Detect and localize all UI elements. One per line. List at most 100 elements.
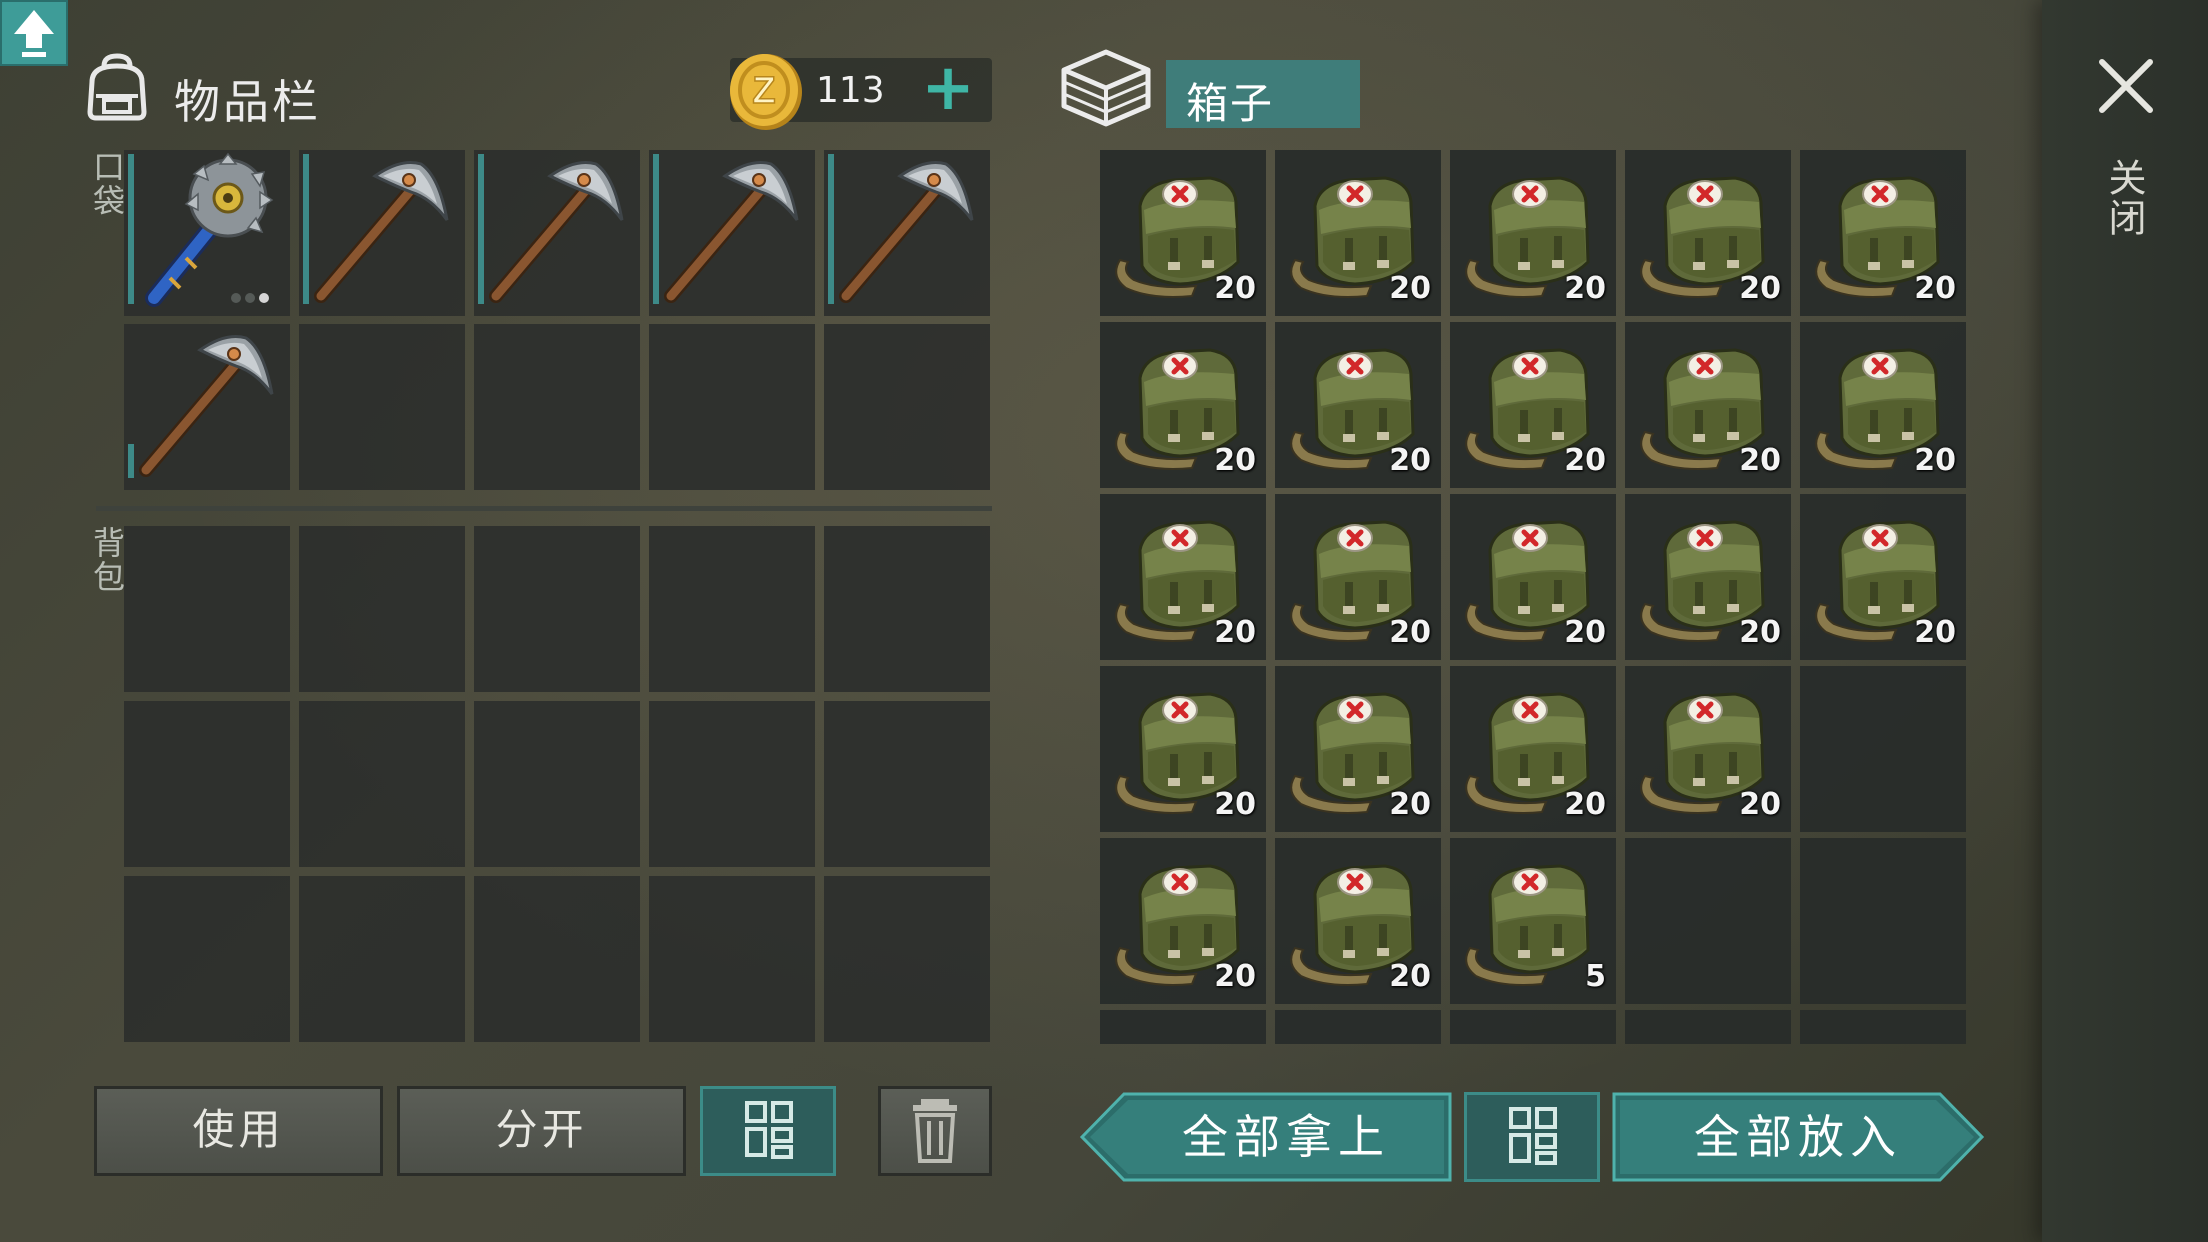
chest-slot[interactable]: 20	[1275, 494, 1441, 660]
put-all-button[interactable]: 全部放入	[1612, 1090, 1984, 1184]
coin-count: 113	[816, 70, 885, 111]
chest-slot[interactable]: 20	[1800, 322, 1966, 488]
close-button[interactable]	[2090, 50, 2162, 122]
item-quantity: 20	[1739, 615, 1781, 650]
take-all-button[interactable]: 全部拿上	[1080, 1090, 1452, 1184]
backpack-slot[interactable]	[124, 876, 290, 1042]
pocket-slot[interactable]	[649, 150, 815, 316]
pickaxe-icon	[299, 150, 465, 316]
use-button[interactable]: 使用	[94, 1086, 383, 1176]
chest-slot[interactable]	[1100, 1010, 1266, 1044]
backpack-slot[interactable]	[124, 526, 290, 692]
pocket-slot[interactable]	[474, 150, 640, 316]
item-quantity: 20	[1389, 959, 1431, 994]
item-quantity: 20	[1214, 271, 1256, 306]
chest-slot[interactable]: 20	[1800, 150, 1966, 316]
durability-bar	[478, 154, 484, 304]
chest-slot[interactable]: 20	[1100, 322, 1266, 488]
backpack-slot[interactable]	[824, 876, 990, 1042]
item-quantity: 20	[1914, 443, 1956, 478]
pocket-slot[interactable]	[824, 324, 990, 490]
chest-slot[interactable]	[1450, 1010, 1616, 1044]
item-quantity: 20	[1214, 787, 1256, 822]
trash-button[interactable]	[878, 1086, 992, 1176]
close-label: 关闭	[2102, 158, 2146, 238]
chest-slot[interactable]: 20	[1625, 150, 1791, 316]
close-icon	[2099, 59, 2153, 113]
pickaxe-icon	[474, 150, 640, 316]
chest-slot[interactable]: 20	[1450, 322, 1616, 488]
chest-slot[interactable]: 20	[1275, 666, 1441, 832]
pocket-slot[interactable]	[124, 324, 290, 490]
backpack-icon	[82, 52, 152, 122]
durability-bar	[828, 154, 834, 304]
item-quantity: 20	[1564, 615, 1606, 650]
chest-slot[interactable]: 20	[1800, 494, 1966, 660]
chest-slot[interactable]	[1800, 666, 1966, 832]
chest-slot[interactable]: 20	[1275, 150, 1441, 316]
chest-slot[interactable]: 20	[1450, 666, 1616, 832]
pocket-slot[interactable]	[824, 150, 990, 316]
chest-slot[interactable]: 20	[1625, 666, 1791, 832]
arrow-up-button[interactable]	[0, 0, 68, 66]
chest-box-icon	[1058, 46, 1152, 130]
backpack-slot[interactable]	[474, 701, 640, 867]
grid-sort-icon	[1509, 1107, 1557, 1165]
item-quantity: 20	[1389, 615, 1431, 650]
chest-slot[interactable]: 20	[1275, 838, 1441, 1004]
chest-slot[interactable]: 20	[1450, 150, 1616, 316]
backpack-slot[interactable]	[474, 526, 640, 692]
chest-slot[interactable]: 20	[1625, 322, 1791, 488]
durability-bar	[653, 154, 659, 304]
pocket-slot[interactable]	[474, 324, 640, 490]
chest-slot[interactable]: 20	[1100, 150, 1266, 316]
chest-slot[interactable]: 20	[1100, 494, 1266, 660]
split-button[interactable]: 分开	[397, 1086, 686, 1176]
backpack-slot[interactable]	[299, 701, 465, 867]
durability-bar	[128, 154, 134, 304]
pocket-slot[interactable]	[124, 150, 290, 316]
backpack-slot[interactable]	[299, 526, 465, 692]
item-quantity: 20	[1564, 787, 1606, 822]
svg-text:Z: Z	[752, 70, 775, 112]
add-coins-button[interactable]: +	[920, 56, 976, 120]
chest-slot[interactable]	[1800, 1010, 1966, 1044]
chest-grid: 20 20 20 20 20 20 20 20 20 20 20 20 20 20 20 20 20 20 20 20…	[1098, 148, 1968, 1044]
backpack-slot[interactable]	[474, 876, 640, 1042]
item-quantity: 20	[1389, 787, 1431, 822]
inventory-title: 物品栏	[174, 75, 321, 129]
chest-slot[interactable]	[1800, 838, 1966, 1004]
trash-icon	[913, 1099, 957, 1163]
backpack-slot[interactable]	[824, 701, 990, 867]
item-quantity: 5	[1585, 959, 1606, 994]
backpack-slot[interactable]	[124, 701, 290, 867]
chest-slot[interactable]	[1625, 1010, 1791, 1044]
chest-slot[interactable]	[1625, 838, 1791, 1004]
item-quantity: 20	[1214, 959, 1256, 994]
chest-slot[interactable]: 20	[1275, 322, 1441, 488]
coin-icon: Z	[724, 48, 808, 132]
chest-slot[interactable]: 20	[1450, 494, 1616, 660]
sort-inventory-button[interactable]	[700, 1086, 836, 1176]
chest-slot[interactable]: 20	[1100, 666, 1266, 832]
pocket-slot[interactable]	[649, 324, 815, 490]
chest-slot[interactable]	[1275, 1010, 1441, 1044]
take-all-label: 全部拿上	[1182, 1110, 1390, 1164]
chest-title: 箱子	[1186, 79, 1275, 128]
chest-slot[interactable]: 20	[1100, 838, 1266, 1004]
put-all-label: 全部放入	[1694, 1110, 1902, 1164]
pocket-slot[interactable]	[299, 324, 465, 490]
backpack-slot[interactable]	[649, 526, 815, 692]
item-quantity: 20	[1214, 615, 1256, 650]
sort-chest-button[interactable]	[1464, 1092, 1600, 1182]
arrow-up-icon	[14, 10, 54, 57]
backpack-slot[interactable]	[299, 876, 465, 1042]
chest-slot[interactable]: 20	[1625, 494, 1791, 660]
pickaxe-icon	[649, 150, 815, 316]
pocket-slot[interactable]	[299, 150, 465, 316]
durability-bar	[128, 444, 134, 478]
backpack-slot[interactable]	[649, 701, 815, 867]
backpack-slot[interactable]	[649, 876, 815, 1042]
chest-slot[interactable]: 5	[1450, 838, 1616, 1004]
backpack-slot[interactable]	[824, 526, 990, 692]
